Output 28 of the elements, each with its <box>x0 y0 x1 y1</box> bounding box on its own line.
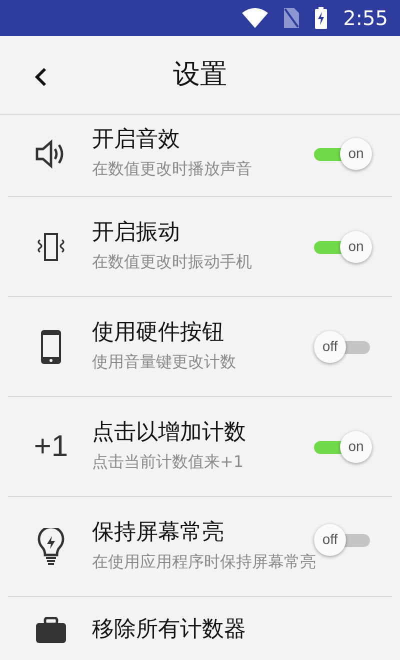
setting-title: 开启振动 <box>92 220 180 246</box>
time-text: 2:55 <box>343 5 388 32</box>
settings-row[interactable]: +1 点击以增加计数 点击当前计数值来+1 on <box>8 397 392 497</box>
page-title: 设置 <box>173 58 227 92</box>
setting-title: 点击以增加计数 <box>92 420 246 446</box>
plus-one-text: +1 <box>34 429 68 465</box>
lightbulb-icon <box>37 528 65 566</box>
setting-description: 在数值更改时播放声音 <box>92 158 252 180</box>
setting-title: 移除所有计数器 <box>92 617 246 644</box>
setting-title: 使用硬件按钮 <box>92 320 224 346</box>
settings-row[interactable]: 开启音效 在数值更改时播放声音 on <box>8 115 392 197</box>
phone-vibrate-icon <box>35 232 67 262</box>
settings-row[interactable]: 开启振动 在数值更改时振动手机 on <box>8 197 392 297</box>
settings-row[interactable]: 使用硬件按钮 使用音量键更改计数 off <box>8 297 392 397</box>
phone-icon <box>41 330 61 364</box>
no-sim-icon <box>284 8 300 28</box>
back-icon[interactable] <box>34 66 48 87</box>
setting-description: 在数值更改时振动手机 <box>92 250 252 272</box>
settings-row[interactable]: 移除所有计数器 <box>8 597 392 657</box>
setting-description: 点击当前计数值来+1 <box>92 450 244 472</box>
briefcase-icon <box>36 617 66 643</box>
setting-description: 使用音量键更改计数 <box>92 350 236 372</box>
setting-title: 开启音效 <box>92 127 180 154</box>
setting-description: 在使用应用程序时保持屏幕常亮 <box>92 550 316 572</box>
battery-charging-icon <box>315 7 328 29</box>
setting-title: 保持屏幕常亮 <box>92 520 224 546</box>
wifi-icon <box>242 8 268 28</box>
settings-row[interactable]: 保持屏幕常亮 在使用应用程序时保持屏幕常亮 off <box>8 497 392 597</box>
